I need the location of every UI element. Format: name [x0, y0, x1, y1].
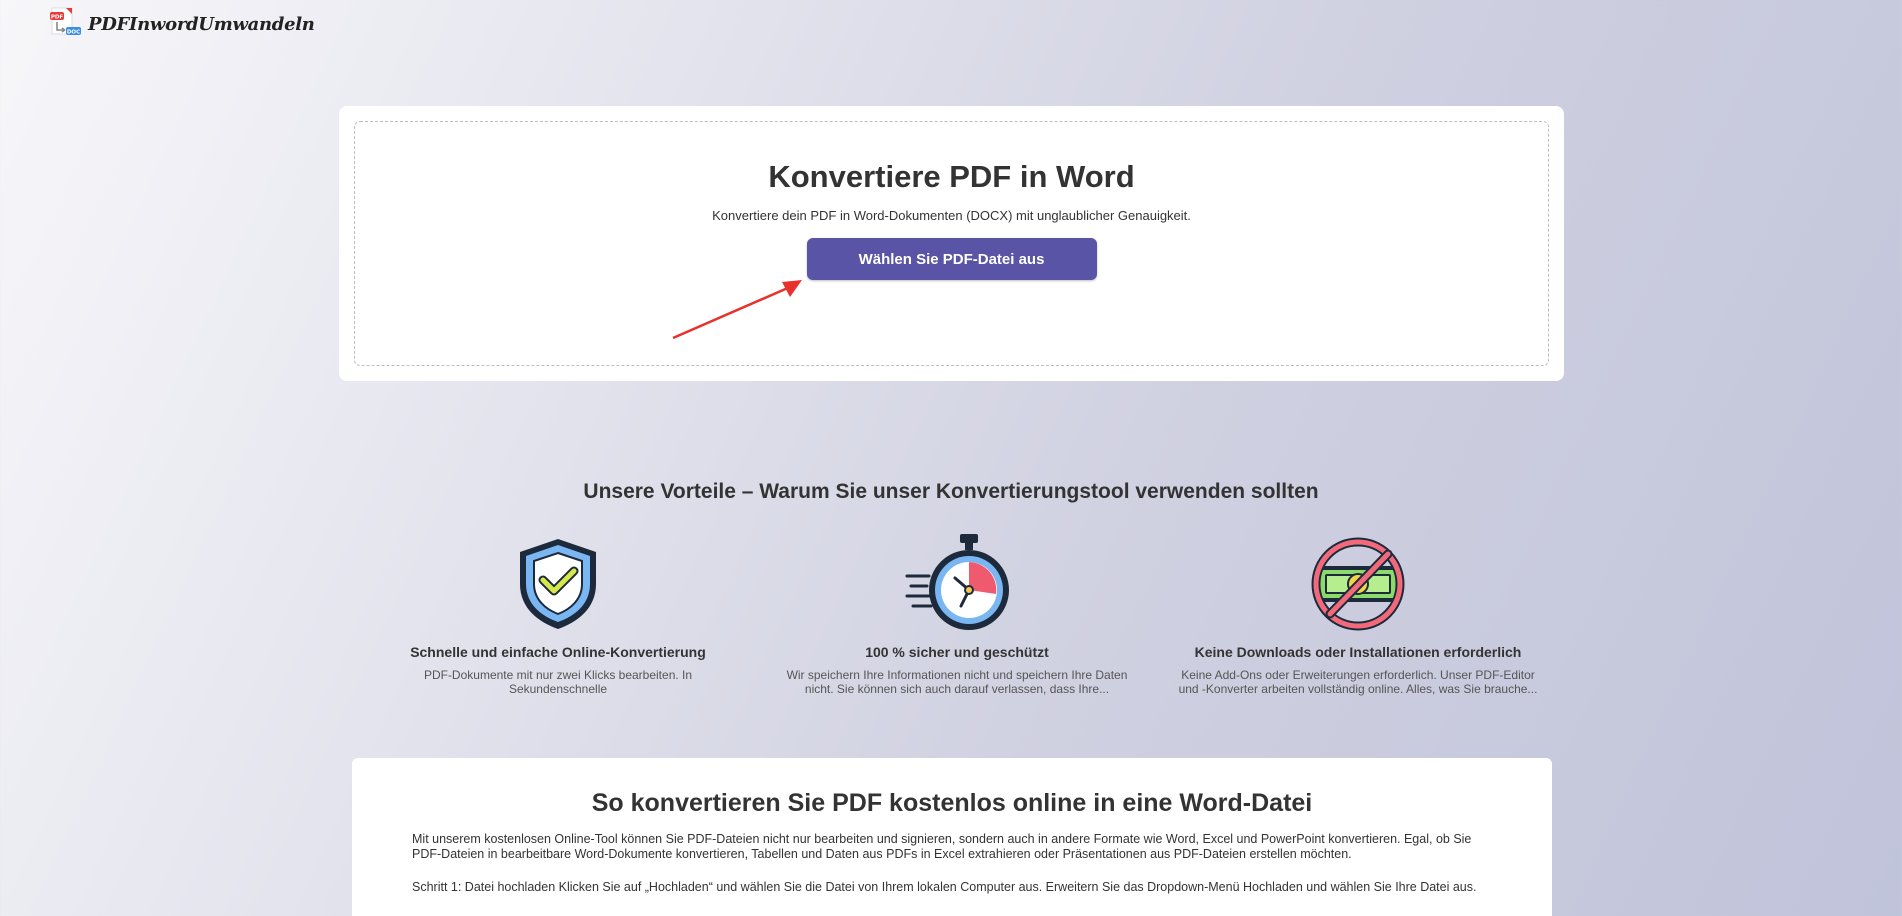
red-arrow-icon: [672, 280, 802, 340]
benefits-title: Unsere Vorteile – Warum Sie unser Konver…: [583, 480, 1319, 503]
page-title: Konvertiere PDF in Word: [768, 159, 1135, 194]
benefit-text: Wir speichern Ihre Informationen nicht u…: [786, 668, 1128, 696]
benefit-item: 100 % sicher und geschützt Wir speichern…: [767, 534, 1147, 696]
benefit-title: 100 % sicher und geschützt: [865, 644, 1049, 660]
shield-check-icon: [520, 539, 596, 629]
site-logo[interactable]: PDF DOC PDFInwordUmwandeln: [48, 6, 315, 42]
upload-dropzone[interactable]: Konvertiere PDF in Word Konvertiere dein…: [354, 121, 1549, 366]
page-subtitle: Konvertiere dein PDF in Word-Dokumenten …: [712, 208, 1191, 223]
howto-step-1: Schritt 1: Datei hochladen Klicken Sie a…: [412, 880, 1477, 894]
howto-title: So konvertieren Sie PDF kostenlos online…: [591, 789, 1313, 817]
benefit-text: PDF-Dokumente mit nur zwei Klicks bearbe…: [423, 668, 693, 696]
howto-intro: Mit unserem kostenlosen Online-Tool könn…: [412, 832, 1472, 861]
logo-badge-doc: DOC: [67, 30, 80, 36]
stopwatch-icon: [905, 534, 1009, 630]
benefit-title: Keine Downloads oder Installationen erfo…: [1194, 644, 1522, 660]
pdf-to-doc-logo-icon: PDF DOC: [50, 7, 81, 36]
no-money-icon: [1311, 537, 1405, 631]
choose-pdf-button[interactable]: Wählen Sie PDF-Datei aus: [806, 238, 1097, 280]
benefit-title: Schnelle und einfache Online-Konvertieru…: [410, 644, 706, 660]
logo-text: PDFInwordUmwandeln: [88, 13, 315, 35]
benefits-list: Schnelle und einfache Online-Konvertieru…: [368, 534, 1548, 706]
benefit-item: Keine Downloads oder Installationen erfo…: [1168, 536, 1548, 696]
logo-badge-pdf: PDF: [51, 15, 64, 21]
benefit-item: Schnelle und einfache Online-Konvertieru…: [368, 536, 748, 696]
upload-card: Konvertiere PDF in Word Konvertiere dein…: [339, 106, 1564, 381]
howto-section: So konvertieren Sie PDF kostenlos online…: [352, 758, 1552, 916]
benefit-text: Keine Add-Ons oder Erweiterungen erforde…: [1178, 668, 1538, 696]
